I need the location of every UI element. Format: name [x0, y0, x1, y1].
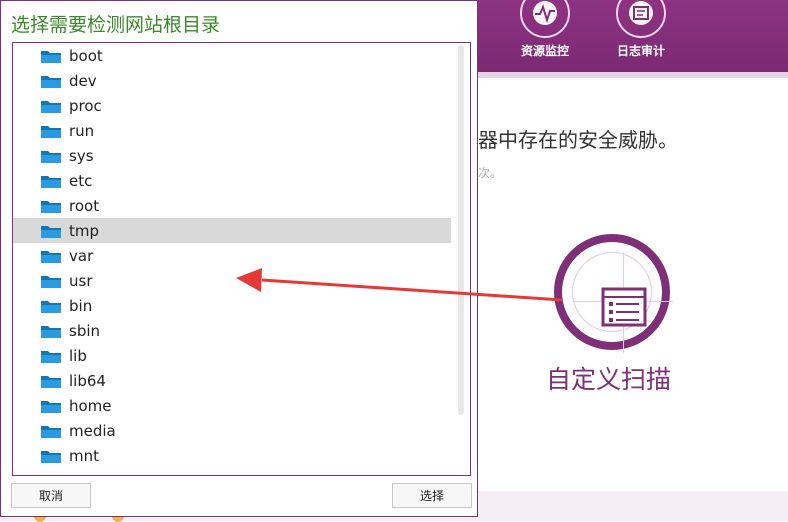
- folder-icon: [41, 425, 61, 438]
- folder-icon: [41, 225, 61, 238]
- folder-list: boot dev proc run sys etc root tmp var usr bin sbin…: [13, 43, 470, 468]
- dialog-title: 选择需要检测网站根目录: [11, 14, 221, 36]
- folder-item-boot[interactable]: boot: [13, 43, 451, 68]
- folder-icon: [41, 200, 61, 213]
- folder-item-lib[interactable]: lib: [13, 343, 451, 368]
- folder-name: sys: [69, 146, 94, 165]
- folder-icon: [41, 125, 61, 138]
- folder-icon: [41, 450, 61, 463]
- folder-select-dialog: 选择需要检测网站根目录 boot dev proc run sys etc root tmp v…: [0, 0, 478, 517]
- page-description: 器中存在的安全威胁。: [478, 128, 678, 152]
- folder-item-sys[interactable]: sys: [13, 143, 451, 168]
- folder-icon: [41, 100, 61, 113]
- folder-name: home: [69, 396, 112, 415]
- page-description-sub: 次。: [478, 166, 503, 180]
- nav-item-resource-monitor[interactable]: 资源监控: [490, 0, 600, 59]
- folder-item-mnt[interactable]: mnt: [13, 443, 451, 468]
- folder-item-run[interactable]: run: [13, 118, 451, 143]
- folder-item-usr[interactable]: usr: [13, 268, 451, 293]
- custom-scan-button[interactable]: [554, 234, 673, 353]
- folder-name: root: [69, 196, 100, 215]
- folder-name: etc: [69, 171, 93, 190]
- folder-name: sbin: [69, 321, 101, 340]
- heartbeat-icon: [520, 0, 570, 38]
- folder-item-root[interactable]: root: [13, 193, 451, 218]
- folder-item-lib64[interactable]: lib64: [13, 368, 451, 393]
- folder-name: var: [69, 246, 94, 265]
- folder-name: boot: [69, 46, 103, 65]
- folder-icon: [41, 250, 61, 263]
- scan-list-icon: [601, 287, 647, 327]
- folder-icon: [41, 50, 61, 63]
- folder-name: lib64: [69, 371, 106, 390]
- folder-item-media[interactable]: media: [13, 418, 451, 443]
- folder-icon: [41, 150, 61, 163]
- folder-name: mnt: [69, 446, 99, 465]
- folder-item-dev[interactable]: dev: [13, 68, 451, 93]
- nav-label-resource-monitor: 资源监控: [520, 44, 569, 58]
- folder-icon: [41, 175, 61, 188]
- folder-icon: [41, 325, 61, 338]
- folder-item-tmp[interactable]: tmp: [13, 218, 451, 243]
- folder-name: tmp: [69, 221, 100, 240]
- folder-icon: [41, 300, 61, 313]
- folder-name: usr: [69, 271, 93, 290]
- nav-item-log-audit[interactable]: 日志审计: [586, 0, 696, 59]
- folder-name: proc: [69, 96, 102, 115]
- folder-name: media: [69, 421, 116, 440]
- folder-item-proc[interactable]: proc: [13, 93, 451, 118]
- folder-tree[interactable]: boot dev proc run sys etc root tmp var usr bin sbin…: [12, 42, 471, 476]
- folder-icon: [41, 375, 61, 388]
- folder-item-home[interactable]: home: [13, 393, 451, 418]
- folder-item-sbin[interactable]: sbin: [13, 318, 451, 343]
- folder-name: bin: [69, 296, 93, 315]
- folder-icon: [41, 350, 61, 363]
- nav-label-log-audit: 日志审计: [616, 44, 665, 58]
- choose-button[interactable]: 选择: [392, 483, 472, 508]
- folder-name: run: [69, 121, 95, 140]
- cancel-button[interactable]: 取消: [11, 483, 91, 508]
- folder-item-var[interactable]: var: [13, 243, 451, 268]
- scan-crosshair: [572, 252, 673, 353]
- folder-tree-scrollbar[interactable]: [458, 45, 464, 415]
- folder-name: lib: [69, 346, 87, 365]
- custom-scan-label[interactable]: 自定义扫描: [546, 360, 671, 396]
- folder-item-bin[interactable]: bin: [13, 293, 451, 318]
- folder-name: dev: [69, 71, 97, 90]
- folder-icon: [41, 275, 61, 288]
- folder-item-etc[interactable]: etc: [13, 168, 451, 193]
- log-audit-icon: [616, 0, 666, 38]
- folder-icon: [41, 400, 61, 413]
- folder-icon: [41, 75, 61, 88]
